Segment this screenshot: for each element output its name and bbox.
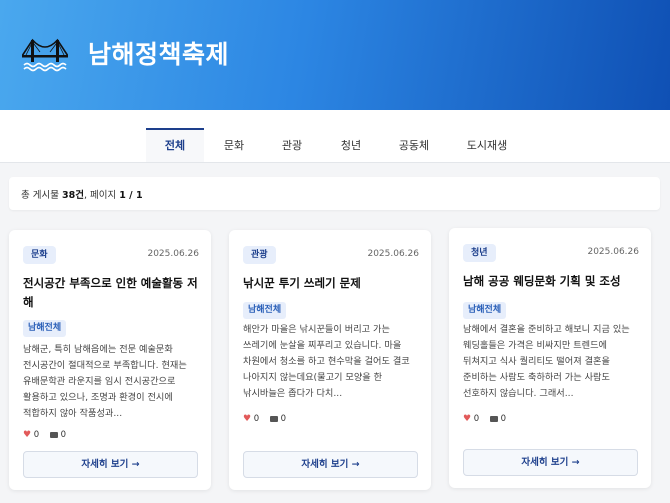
heart-icon[interactable]: ♥ (243, 414, 251, 424)
comment-icon (489, 415, 498, 422)
tab-culture[interactable]: 문화 (204, 137, 264, 155)
category-badge: 관광 (243, 246, 276, 264)
arrow-right-icon: → (351, 459, 360, 470)
header-banner: 남해정책축제 (0, 0, 670, 110)
category-badge: 문화 (23, 246, 56, 264)
post-card[interactable]: 청년 2025.06.26 남해 공공 웨딩문화 기획 및 조성 남해전체 남해… (449, 228, 651, 488)
heart-icon[interactable]: ♥ (23, 430, 31, 440)
comment-icon (49, 431, 58, 438)
view-detail-button[interactable]: 자세히 보기 → (463, 449, 638, 476)
post-count-text: 총 게시물 38건, 페이지 1 / 1 (21, 190, 143, 201)
post-date: 2025.06.26 (367, 249, 419, 259)
post-stats: ♥ 0 0 (243, 414, 286, 424)
tab-tourism[interactable]: 관광 (262, 137, 322, 155)
post-title[interactable]: 낚시꾼 투기 쓰레기 문제 (243, 274, 421, 293)
category-badge: 청년 (463, 244, 496, 262)
comment-count: 0 (280, 414, 287, 424)
like-count: 0 (33, 430, 40, 440)
post-excerpt: 남해군, 특히 남해읍에는 전문 예술문화 전시공간이 절대적으로 부족합니다.… (23, 344, 187, 419)
like-count: 0 (253, 414, 260, 424)
post-date: 2025.06.26 (147, 249, 199, 259)
arrow-right-icon: → (571, 457, 580, 468)
comment-count: 0 (500, 414, 507, 424)
region-tag: 남해전체 (243, 302, 287, 319)
site-title: 남해정책축제 (88, 40, 230, 69)
tab-community[interactable]: 공동체 (384, 137, 444, 155)
post-date: 2025.06.26 (587, 247, 639, 257)
post-title[interactable]: 남해 공공 웨딩문화 기획 및 조성 (463, 272, 641, 291)
post-card[interactable]: 문화 2025.06.26 전시공간 부족으로 인한 예술활동 저해 남해전체 … (9, 230, 211, 490)
tab-all[interactable]: 전체 (145, 137, 205, 155)
tab-urban-regeneration[interactable]: 도시재생 (457, 137, 517, 155)
view-detail-button[interactable]: 자세히 보기 → (243, 451, 418, 478)
post-stats: ♥ 0 0 (23, 430, 66, 440)
arrow-right-icon: → (131, 459, 140, 470)
view-detail-button[interactable]: 자세히 보기 → (23, 451, 198, 478)
heart-icon[interactable]: ♥ (463, 414, 471, 424)
post-count-bar: 총 게시물 38건, 페이지 1 / 1 (9, 177, 660, 210)
post-stats: ♥ 0 0 (463, 414, 506, 424)
tab-youth[interactable]: 청년 (321, 137, 381, 155)
like-count: 0 (473, 414, 480, 424)
region-tag: 남해전체 (463, 302, 507, 319)
comment-count: 0 (60, 430, 67, 440)
region-tag: 남해전체 (23, 320, 67, 337)
post-excerpt: 남해에서 결혼을 준비하고 해보니 지금 있는 웨딩홀들은 가격은 비싸지만 트… (463, 324, 630, 399)
post-card[interactable]: 관광 2025.06.26 낚시꾼 투기 쓰레기 문제 남해전체 해안가 마을은… (229, 230, 431, 490)
post-title[interactable]: 전시공간 부족으로 인한 예술활동 저해 (23, 274, 201, 312)
comment-icon (269, 415, 278, 422)
bridge-icon (22, 38, 68, 72)
post-excerpt: 해안가 마을은 낚시꾼들이 버리고 가는 쓰레기에 눈살을 찌푸리고 있습니다.… (243, 324, 410, 399)
